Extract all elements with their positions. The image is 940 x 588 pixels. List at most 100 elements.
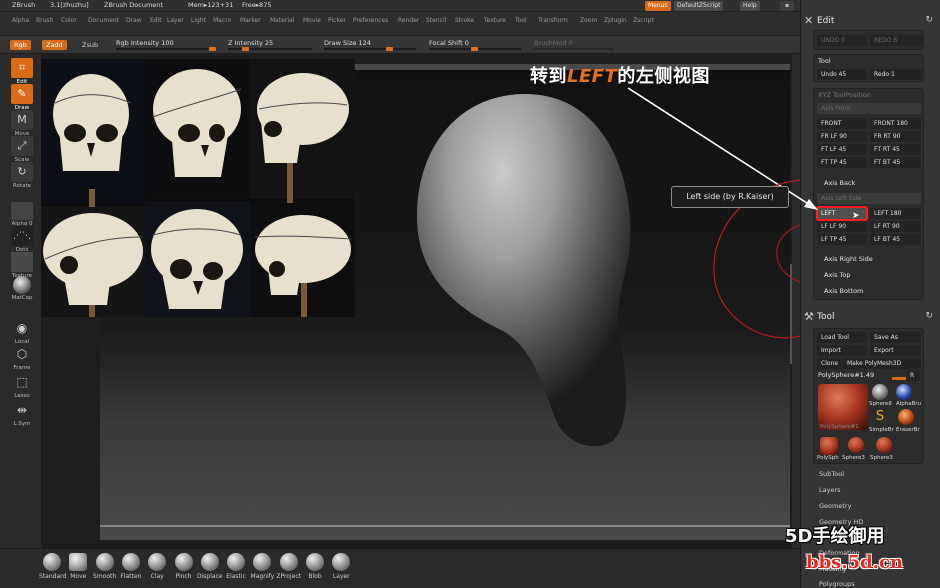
menu-color[interactable]: Color (61, 17, 77, 24)
default-zscript-button[interactable]: DefaultZScript (674, 1, 724, 11)
lasso-button[interactable]: ⬚ Lasso (10, 372, 34, 399)
subtool-section[interactable]: SubTool (819, 470, 844, 478)
ft-bt-45-button[interactable]: FT BT 45 (870, 157, 921, 168)
lf-tp-45-button[interactable]: LF TP 45 (817, 234, 867, 245)
axis-back-button[interactable]: Axis Back (824, 179, 855, 187)
simplebrush-thumb[interactable]: S (872, 409, 888, 425)
lf-bt-45-button[interactable]: LF BT 45 (870, 234, 921, 245)
front-180-button[interactable]: FRONT 180 (870, 118, 921, 129)
menu-picker[interactable]: Picker (328, 17, 346, 24)
undo-button[interactable]: Undo 45 (817, 69, 867, 80)
menu-transform[interactable]: Transform (538, 17, 568, 24)
z-intensity-knob[interactable] (242, 47, 249, 51)
menu-stroke[interactable]: Stroke (455, 17, 474, 24)
zsub-toggle[interactable]: Zsub (78, 40, 102, 50)
layers-section[interactable]: Layers (819, 486, 841, 494)
menu-stencil[interactable]: Stencil (426, 17, 446, 24)
sphere3-thumb[interactable] (848, 437, 864, 453)
menu-texture[interactable]: Texture (484, 17, 506, 24)
brush-elastic[interactable]: Elastic (223, 553, 249, 580)
menu-render[interactable]: Render (398, 17, 419, 24)
focal-shift-slider[interactable]: Focal Shift 0 (429, 39, 521, 52)
make-polymesh3d-button[interactable]: Make PolyMesh3D (843, 358, 921, 369)
texture-swatch[interactable]: Texture (10, 252, 34, 279)
geometry-section[interactable]: Geometry (819, 502, 851, 510)
rgb-intensity-slider[interactable]: Rgb Intensity 100 (116, 39, 216, 52)
edit-tool-button[interactable]: ⌗ Edit (10, 58, 34, 85)
menu-light[interactable]: Light (191, 17, 206, 24)
fr-lf-90-button[interactable]: FR LF 90 (817, 131, 867, 142)
alphabrush-thumb[interactable] (896, 384, 912, 400)
tool-slider-knob[interactable] (892, 377, 906, 380)
focal-shift-knob[interactable] (471, 47, 478, 51)
refresh-icon[interactable]: ↻ (925, 15, 933, 25)
left-180-button[interactable]: LEFT 180 (870, 208, 921, 219)
brushmod-slider[interactable]: BrushMod 0 (534, 39, 614, 52)
canvas-scrollbar[interactable] (790, 264, 792, 364)
menu-zoom[interactable]: Zoom (580, 17, 597, 24)
ft-rt-45-button[interactable]: FT RT 45 (870, 144, 921, 155)
rotate-tool-button[interactable]: ↻ Rotate (10, 162, 34, 189)
ft-lf-45-button[interactable]: FT LF 45 (817, 144, 867, 155)
refresh-icon[interactable]: ↻ (925, 311, 933, 321)
draw-size-slider[interactable]: Draw Size 124 (324, 39, 416, 52)
brush-smooth[interactable]: Smooth (92, 553, 118, 580)
layout-icon[interactable]: ▪ (780, 1, 794, 11)
edit-panel-header[interactable]: ✕ Edit ↻ (801, 12, 940, 30)
import-button[interactable]: Import (817, 345, 867, 356)
axis-bottom-button[interactable]: Axis Bottom (824, 287, 863, 295)
menus-button[interactable]: Menus (645, 1, 671, 11)
alpha-swatch[interactable]: Alpha 0 (10, 202, 34, 227)
front-button[interactable]: FRONT (817, 118, 867, 129)
tool-panel-header[interactable]: ⚒ Tool ↻ (801, 308, 940, 326)
draw-tool-button[interactable]: ✎ Draw (10, 84, 34, 111)
brush-flatten[interactable]: Flatten (118, 553, 144, 580)
brush-displace[interactable]: Displace (197, 553, 223, 580)
ft-tp-45-button[interactable]: FT TP 45 (817, 157, 867, 168)
brush-clay[interactable]: Clay (144, 553, 170, 580)
menu-zscript[interactable]: Zscript (633, 17, 654, 24)
sculpt-model[interactable] (415, 86, 635, 456)
menu-brush[interactable]: Brush (36, 17, 53, 24)
axis-right-side-button[interactable]: Axis Right Side (824, 255, 873, 263)
menu-preferences[interactable]: Preferences (353, 17, 388, 24)
r-button[interactable]: R (907, 370, 920, 381)
local-button[interactable]: ◉ Local (10, 318, 34, 345)
frame-button[interactable]: ⬡ Frame (10, 344, 34, 371)
zadd-toggle[interactable]: Zadd (42, 40, 67, 50)
menu-alpha[interactable]: Alpha (12, 17, 29, 24)
load-tool-button[interactable]: Load Tool (817, 332, 867, 343)
brush-standard[interactable]: Standard (39, 553, 66, 580)
brush-pinch[interactable]: Pinch (171, 553, 197, 580)
help-button[interactable]: Help (740, 1, 760, 11)
fr-rt-90-button[interactable]: FR RT 90 (870, 131, 921, 142)
menu-macro[interactable]: Macro (213, 17, 231, 24)
save-as-button[interactable]: Save As (870, 332, 921, 343)
menu-movie[interactable]: Movie (303, 17, 321, 24)
brush-move[interactable]: Move (65, 553, 91, 580)
sphere3-thumb-2[interactable] (876, 437, 892, 453)
menu-layer[interactable]: Layer (167, 17, 184, 24)
sphere8-thumb[interactable] (872, 384, 888, 400)
menu-document[interactable]: Document (88, 17, 119, 24)
clone-button[interactable]: Clone (817, 358, 841, 369)
export-button[interactable]: Export (870, 345, 921, 356)
draw-size-knob[interactable] (386, 47, 393, 51)
axis-left-side-button[interactable]: Axis Left Side (817, 193, 921, 204)
lf-lf-90-button[interactable]: LF LF 90 (817, 221, 867, 232)
menu-marker[interactable]: Marker (240, 17, 261, 24)
axis-front-button[interactable]: Axis Front (817, 103, 921, 114)
menu-tool[interactable]: Tool (515, 17, 527, 24)
brush-blob[interactable]: Blob (302, 553, 328, 580)
close-icon[interactable]: ✕ (804, 14, 813, 27)
eraserbrush-thumb[interactable] (898, 409, 914, 425)
polysphere-small-thumb[interactable] (820, 437, 838, 455)
lf-rt-90-button[interactable]: LF RT 90 (870, 221, 921, 232)
stroke-dots-swatch[interactable]: ⋰⋱ Dots (10, 226, 34, 253)
brush-magnify[interactable]: Magnify (249, 553, 275, 580)
brush-zproject[interactable]: ZProject (276, 553, 302, 580)
axis-top-button[interactable]: Axis Top (824, 271, 851, 279)
menu-edit[interactable]: Edit (150, 17, 162, 24)
redo-button[interactable]: Redo 1 (870, 69, 922, 80)
matcap-swatch[interactable]: MatCap (10, 276, 34, 301)
